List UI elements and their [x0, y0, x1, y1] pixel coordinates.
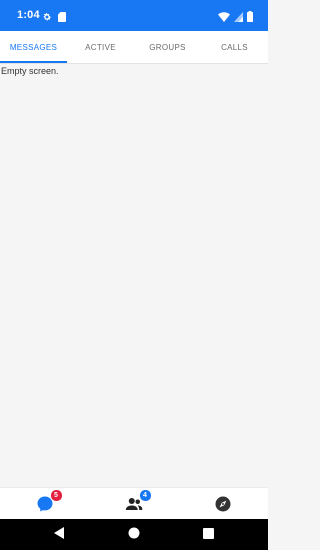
cell-signal-icon [234, 9, 243, 27]
tab-groups[interactable]: GROUPS [134, 31, 201, 63]
tab-calls[interactable]: CALLS [201, 31, 268, 63]
sim-card-icon [58, 9, 66, 27]
home-icon [128, 526, 140, 544]
status-time: 1:04 [17, 9, 40, 21]
system-nav-bar [0, 519, 268, 550]
chats-badge: 5 [49, 489, 63, 502]
recents-button[interactable] [188, 519, 228, 550]
main-content: Empty screen. [0, 64, 268, 487]
home-button[interactable] [114, 519, 154, 550]
recents-icon [202, 526, 214, 544]
nav-item-people[interactable]: 4 [89, 488, 178, 520]
back-icon [54, 526, 66, 544]
app-screen: 1:04 MESSAGES ACTIVE GROUPS CALLS Empty … [0, 0, 268, 550]
status-left-icons [42, 9, 66, 27]
battery-icon [247, 9, 253, 27]
bottom-nav: 5 4 [0, 487, 268, 520]
compass-icon [214, 496, 232, 517]
tab-bar: MESSAGES ACTIVE GROUPS CALLS [0, 31, 268, 64]
status-bar: 1:04 [0, 0, 268, 31]
nav-item-chats[interactable]: 5 [0, 488, 89, 520]
nav-item-discover[interactable] [178, 488, 268, 520]
status-right-icons [218, 9, 253, 27]
gear-icon [42, 9, 52, 27]
people-badge: 4 [138, 489, 152, 502]
chat-bubble-icon [36, 496, 54, 517]
tab-active[interactable]: ACTIVE [67, 31, 134, 63]
wifi-icon [218, 9, 230, 27]
back-button[interactable] [40, 519, 80, 550]
empty-screen-text: Empty screen. [1, 66, 59, 76]
tab-indicator [0, 61, 67, 63]
tab-messages[interactable]: MESSAGES [0, 31, 67, 63]
people-icon [125, 498, 143, 517]
